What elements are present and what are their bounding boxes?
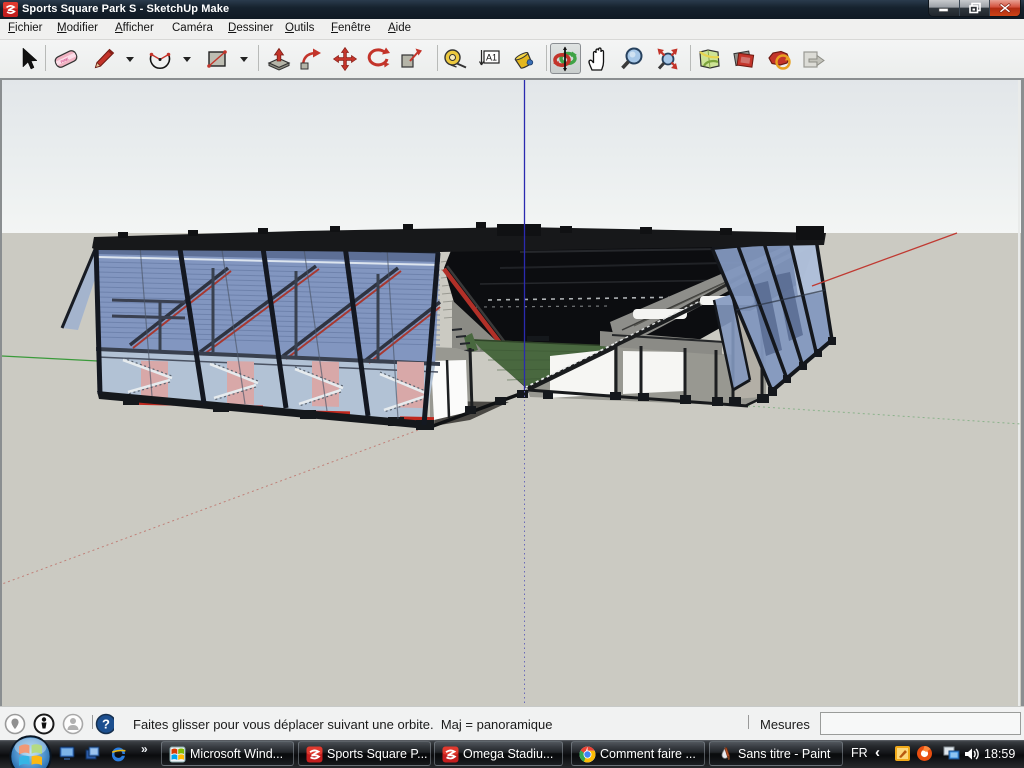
svg-text:A1: A1 bbox=[486, 53, 497, 63]
svg-text:?: ? bbox=[102, 717, 110, 732]
